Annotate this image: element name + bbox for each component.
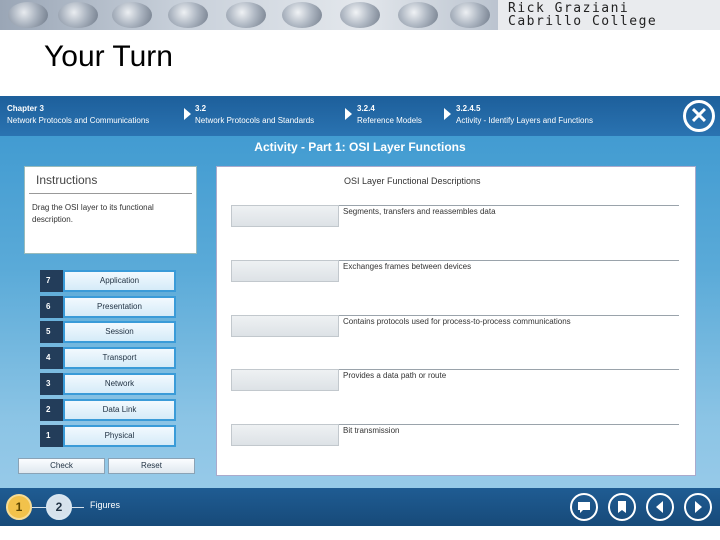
chevron-right-icon [345,108,352,120]
slide-title: Your Turn [44,40,173,73]
breadcrumb-activity[interactable]: 3.2.4.5 Activity - Identify Layers and F… [456,103,593,127]
page-connector [72,507,84,508]
author-org: Cabrillo College [508,14,658,29]
layer-number: 4 [40,347,64,369]
layer-item[interactable]: 5 Session [40,321,176,343]
breadcrumb-topic[interactable]: 3.2.4 Reference Models [357,103,422,127]
descriptions-panel: OSI Layer Functional Descriptions Segmen… [216,166,696,476]
divider [339,424,679,425]
chevron-right-icon [444,108,451,120]
divider [339,369,679,370]
drop-target[interactable] [231,260,339,282]
layer-item[interactable]: 3 Network [40,373,176,395]
description-row: Segments, transfers and reassembles data [231,205,681,231]
layer-draggable-data-link[interactable]: Data Link [63,399,176,421]
breadcrumb-chapter[interactable]: Chapter 3 Network Protocols and Communic… [7,103,149,127]
layer-item[interactable]: 4 Transport [40,347,176,369]
description-text: Segments, transfers and reassembles data [343,207,496,216]
drop-target[interactable] [231,315,339,337]
next-icon[interactable] [684,493,712,521]
description-row: Contains protocols used for process-to-p… [231,315,681,341]
layer-draggable-presentation[interactable]: Presentation [63,296,176,318]
author-name: Rick Graziani [508,1,630,16]
bottom-bar: 1 2 Figures [0,488,720,526]
comment-icon[interactable] [570,493,598,521]
breadcrumb-section[interactable]: 3.2 Network Protocols and Standards [195,103,314,127]
disk-graphic [398,2,438,28]
page-connector [32,507,46,508]
disk-graphic [282,2,322,28]
drop-target[interactable] [231,369,339,391]
layer-number: 1 [40,425,64,447]
crumb-title: 3.2 [195,104,207,113]
instructions-heading: Instructions [29,167,192,194]
descriptions-heading: OSI Layer Functional Descriptions [344,176,481,186]
previous-icon[interactable] [646,493,674,521]
disk-graphic [226,2,266,28]
instructions-panel: Instructions Drag the OSI layer to its f… [24,166,197,254]
layer-number: 7 [40,270,64,292]
description-text: Exchanges frames between devices [343,262,472,271]
layer-item[interactable]: 2 Data Link [40,399,176,421]
description-text: Contains protocols used for process-to-p… [343,317,571,326]
layer-draggable-transport[interactable]: Transport [63,347,176,369]
layer-draggable-physical[interactable]: Physical [63,425,176,447]
author-block: Rick Graziani Cabrillo College [498,0,720,30]
activity-frame: Chapter 3 Network Protocols and Communic… [0,96,720,526]
divider [339,315,679,316]
description-row: Exchanges frames between devices [231,260,681,286]
instructions-body: Drag the OSI layer to its functional des… [32,203,154,224]
header-banner: Rick Graziani Cabrillo College [0,0,720,30]
crumb-subtitle: Reference Models [357,116,422,125]
layer-item[interactable]: 7 Application [40,270,176,292]
page-2-button[interactable]: 2 [46,494,72,520]
disk-graphic [340,2,380,28]
check-button[interactable]: Check [18,458,105,474]
layer-item[interactable]: 6 Presentation [40,296,176,318]
layer-number: 6 [40,296,64,318]
activity-title: Activity - Part 1: OSI Layer Functions [254,140,466,154]
description-row: Provides a data path or route [231,369,681,395]
crumb-subtitle: Network Protocols and Communications [7,116,150,125]
divider [339,260,679,261]
drop-target[interactable] [231,424,339,446]
disk-graphic [112,2,152,28]
reset-button[interactable]: Reset [108,458,195,474]
crumb-title: 3.2.4 [357,104,375,113]
drop-target[interactable] [231,205,339,227]
crumb-title: Chapter 3 [7,104,44,113]
layer-number: 3 [40,373,64,395]
close-icon[interactable]: ✕ [683,100,715,132]
disk-graphic [168,2,208,28]
crumb-subtitle: Network Protocols and Standards [195,116,315,125]
layer-item[interactable]: 1 Physical [40,425,176,447]
layer-number: 2 [40,399,64,421]
layer-draggable-network[interactable]: Network [63,373,176,395]
slide: Rick Graziani Cabrillo College Your Turn… [0,0,720,540]
layer-number: 5 [40,321,64,343]
disk-graphic [58,2,98,28]
figures-label[interactable]: Figures [90,500,120,510]
description-row: Bit transmission [231,424,681,450]
description-text: Provides a data path or route [343,371,447,380]
disk-graphic [8,2,48,28]
page-1-button[interactable]: 1 [6,494,32,520]
layer-draggable-application[interactable]: Application [63,270,176,292]
chevron-right-icon [184,108,191,120]
divider [339,205,679,206]
bookmark-icon[interactable] [608,493,636,521]
crumb-title: 3.2.4.5 [456,104,481,113]
crumb-subtitle: Activity - Identify Layers and Functions [456,116,593,125]
layer-draggable-session[interactable]: Session [63,321,176,343]
description-text: Bit transmission [343,426,400,435]
disk-graphic [450,2,490,28]
breadcrumb: Chapter 3 Network Protocols and Communic… [0,96,720,136]
